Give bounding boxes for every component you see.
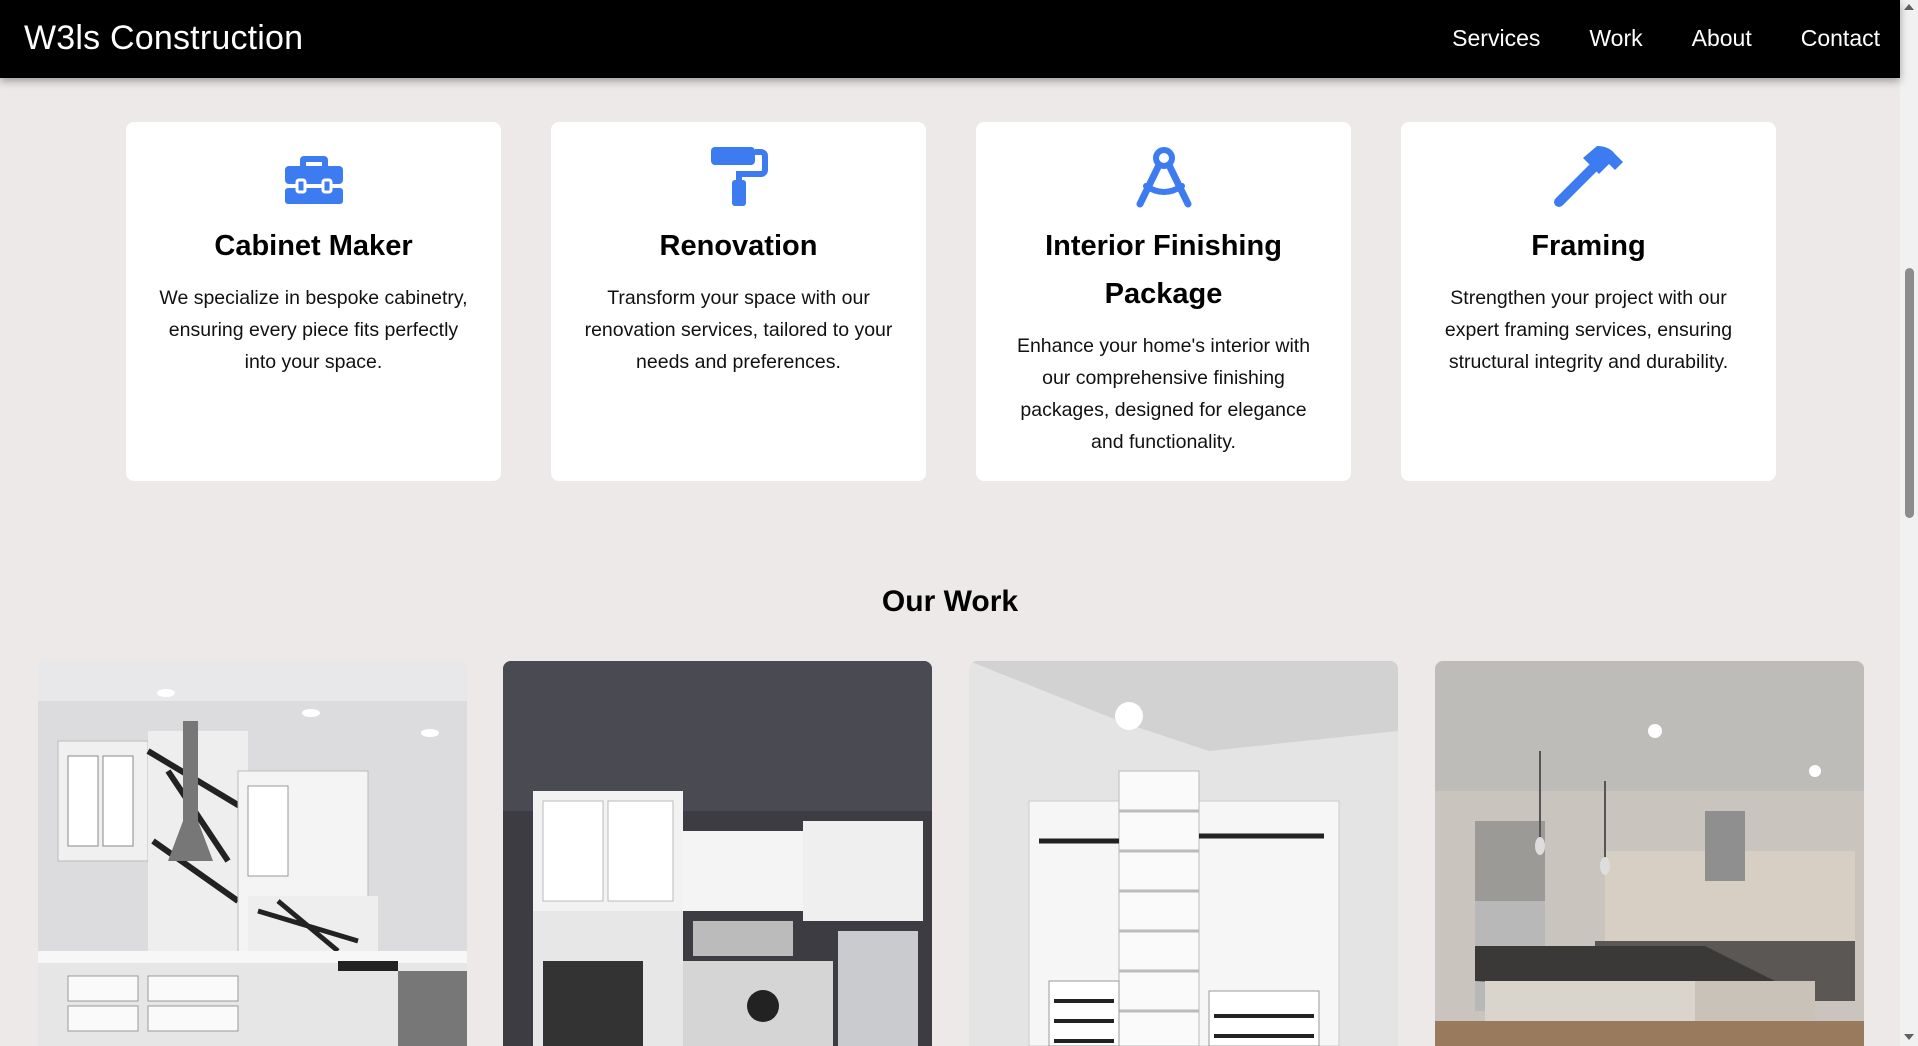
service-card-title: Framing xyxy=(1531,230,1646,262)
work-image-kitchen-3[interactable] xyxy=(1435,661,1864,1046)
site-header: W3ls Construction Services Work About Co… xyxy=(0,0,1900,78)
paint-roller-icon xyxy=(551,144,926,208)
scroll-down-arrow-icon[interactable] xyxy=(1904,1034,1914,1040)
work-section-title: Our Work xyxy=(881,585,1019,618)
hammer-icon xyxy=(1401,144,1776,208)
service-card-text: We specialize in bespoke cabinetry, ensu… xyxy=(159,287,468,373)
service-card-title: Cabinet Maker xyxy=(214,230,413,262)
brand-logo[interactable]: W3ls Construction xyxy=(24,19,303,58)
work-image-closet[interactable] xyxy=(969,661,1398,1046)
nav-link-about[interactable]: About xyxy=(1692,22,1752,54)
scrollbar-thumb[interactable] xyxy=(1905,268,1914,518)
work-image-kitchen-2[interactable] xyxy=(503,661,932,1046)
main-nav: Services Work About Contact xyxy=(1403,22,1880,54)
page-scrollbar[interactable] xyxy=(1900,0,1918,1046)
service-card-title: Interior Finishing Package xyxy=(1045,230,1282,310)
toolbox-icon xyxy=(126,144,501,208)
nav-link-services[interactable]: Services xyxy=(1452,22,1540,54)
scroll-up-arrow-icon[interactable] xyxy=(1904,4,1914,10)
service-card-text: Transform your space with our renovation… xyxy=(584,287,893,373)
service-card-text: Enhance your home's interior with our co… xyxy=(1016,335,1311,453)
nav-link-work[interactable]: Work xyxy=(1589,22,1642,54)
service-card-renovation: Renovation Transform your space with our… xyxy=(551,122,926,481)
compass-drafting-icon xyxy=(976,144,1351,208)
nav-link-contact[interactable]: Contact xyxy=(1801,22,1880,54)
service-card-interior-finishing: Interior Finishing Package Enhance your … xyxy=(976,122,1351,481)
service-card-title: Renovation xyxy=(659,230,818,262)
service-card-text: Strengthen your project with our expert … xyxy=(1444,287,1733,373)
service-card-cabinet-maker: Cabinet Maker We specialize in bespoke c… xyxy=(126,122,501,481)
service-card-framing: Framing Strengthen your project with our… xyxy=(1401,122,1776,481)
work-image-kitchen-1[interactable] xyxy=(38,661,467,1046)
